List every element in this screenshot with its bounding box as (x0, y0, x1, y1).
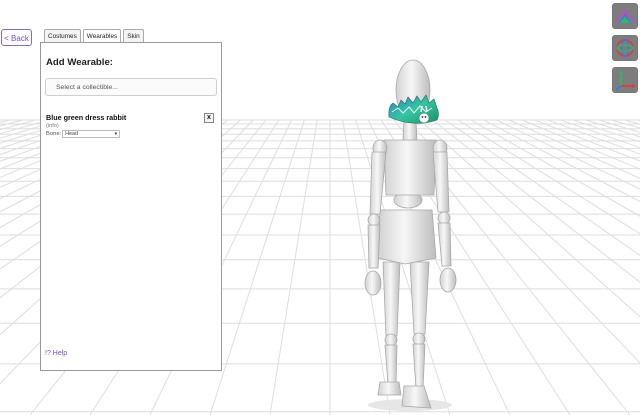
scene-view-icon (613, 4, 637, 28)
scene-view-button[interactable] (612, 3, 638, 29)
wearable-info-link[interactable]: (info) (46, 123, 59, 129)
panel-tabs: Costumes Wearables Skin (44, 29, 146, 43)
move-tool-button[interactable] (612, 67, 638, 93)
tab-skin[interactable]: Skin (123, 29, 144, 42)
help-link[interactable]: !? Help (45, 350, 67, 357)
wearable-item-title: Blue green dress rabbit (46, 113, 127, 122)
remove-wearable-button[interactable]: x (204, 113, 214, 123)
bone-select-value: Head (65, 131, 79, 137)
back-button[interactable]: < Back (1, 29, 32, 46)
collectible-select[interactable]: Select a collectible... (45, 78, 217, 96)
wearables-panel: Add Wearable: Select a collectible... Bl… (40, 42, 222, 371)
move-axis-icon (613, 68, 637, 92)
tab-costumes[interactable]: Costumes (44, 29, 81, 42)
rotate-tool-button[interactable] (612, 35, 638, 61)
bone-select[interactable]: Head ▾ (62, 130, 121, 138)
rotate-gizmo-icon (613, 36, 637, 60)
panel-title: Add Wearable: (46, 57, 113, 68)
bone-label: Bone: (46, 131, 62, 137)
tab-wearables[interactable]: Wearables (82, 29, 122, 43)
bone-row: Bone: Head ▾ (46, 130, 121, 138)
chevron-down-icon: ▾ (114, 131, 118, 137)
